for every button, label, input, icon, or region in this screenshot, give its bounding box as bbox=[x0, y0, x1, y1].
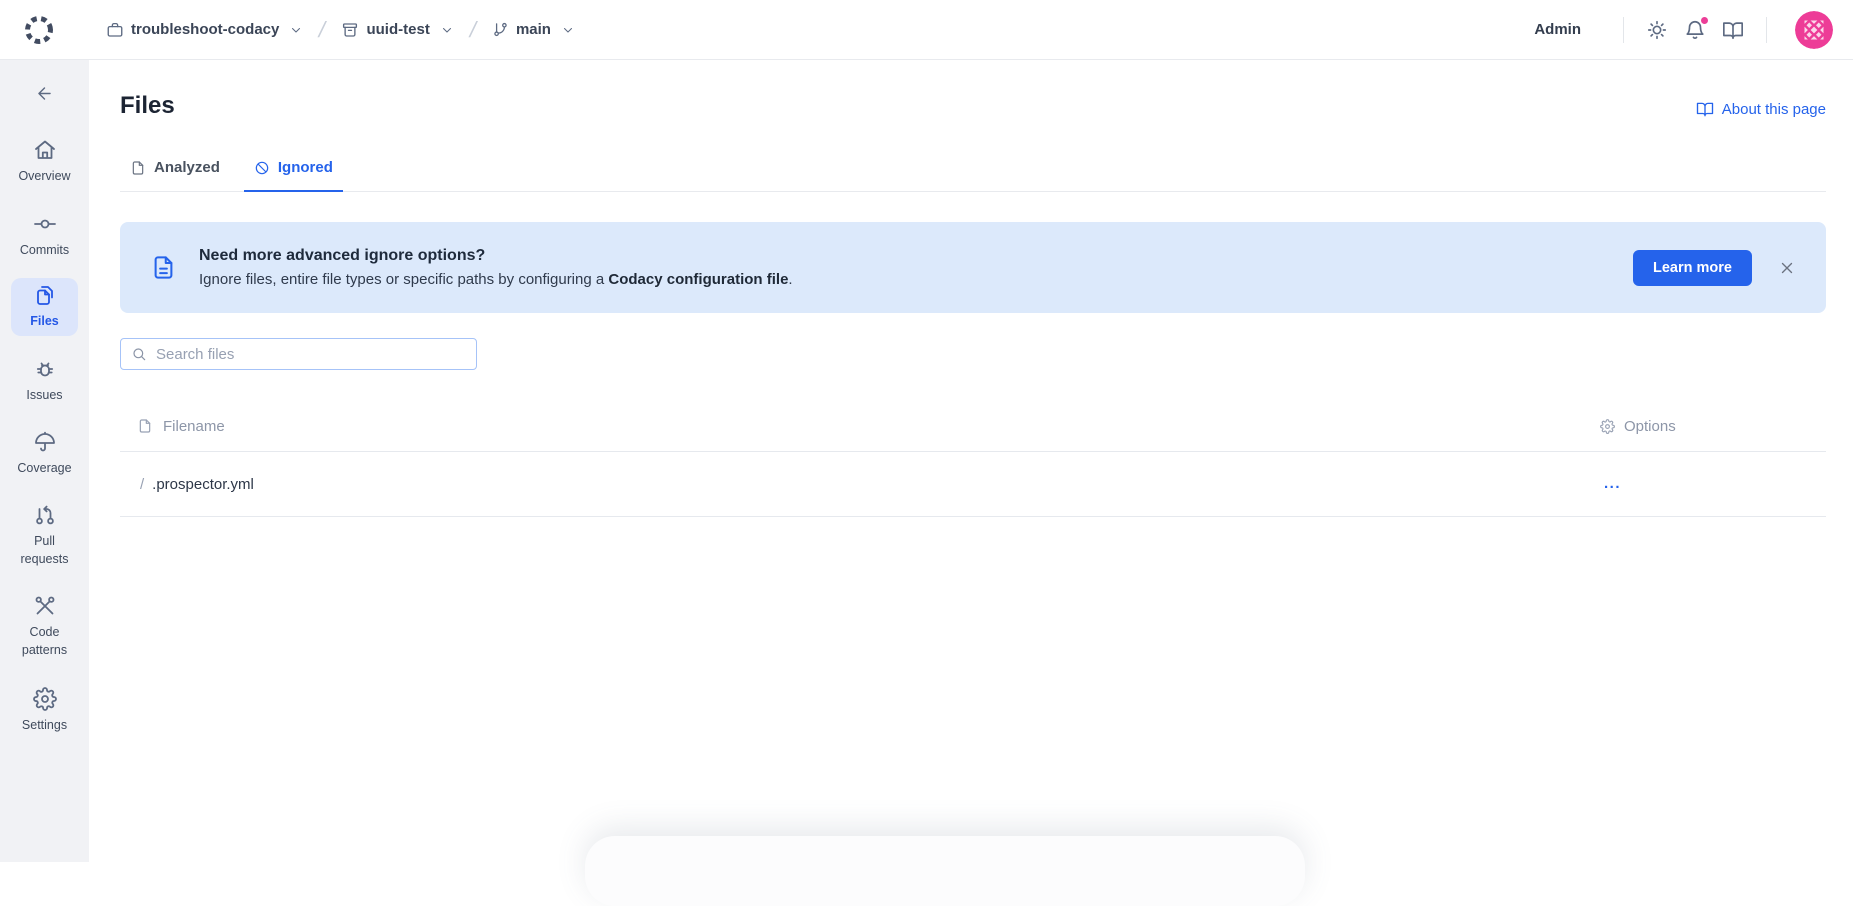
sidebar-item-label: Settings bbox=[22, 716, 67, 734]
breadcrumb-organization-label: troubleshoot-codacy bbox=[131, 21, 279, 38]
banner-body-suffix: . bbox=[788, 271, 792, 288]
search-files-box bbox=[120, 338, 477, 370]
breadcrumb-separator: / bbox=[317, 17, 329, 43]
table-header: Filename Options bbox=[120, 401, 1826, 452]
tab-analyzed-label: Analyzed bbox=[154, 159, 220, 176]
files-tabs: Analyzed Ignored bbox=[120, 159, 1826, 192]
column-header-filename: Filename bbox=[120, 418, 1600, 435]
files-icon bbox=[33, 283, 57, 307]
user-avatar[interactable] bbox=[1795, 11, 1833, 49]
top-bar: troubleshoot-codacy / uuid-test / main bbox=[0, 0, 1853, 60]
gear-icon bbox=[1600, 419, 1615, 434]
chevron-down-icon bbox=[440, 23, 454, 37]
file-text-icon bbox=[150, 254, 177, 281]
codacy-logo-icon bbox=[22, 13, 56, 47]
branch-icon bbox=[492, 21, 509, 38]
learn-more-button[interactable]: Learn more bbox=[1633, 250, 1752, 286]
filename-link[interactable]: .prospector.yml bbox=[152, 476, 254, 493]
notifications-button[interactable] bbox=[1676, 15, 1714, 45]
banner-title: Need more advanced ignore options? bbox=[199, 247, 1633, 265]
sidebar-item-label: Issues bbox=[26, 386, 62, 404]
banner-body: Ignore files, entire file types or speci… bbox=[199, 271, 1633, 288]
sun-icon bbox=[1646, 19, 1668, 41]
sidebar-item-settings[interactable]: Settings bbox=[0, 687, 89, 734]
breadcrumb-separator: / bbox=[467, 17, 479, 43]
column-header-label: Options bbox=[1624, 418, 1676, 435]
tab-analyzed[interactable]: Analyzed bbox=[120, 159, 230, 192]
topbar-divider bbox=[1766, 17, 1767, 43]
row-options-menu-button[interactable]: ... bbox=[1600, 475, 1625, 492]
options-cell: ... bbox=[1600, 475, 1826, 493]
book-open-icon bbox=[1696, 100, 1714, 118]
bottom-sheet-shadow bbox=[585, 836, 1305, 906]
theme-toggle-button[interactable] bbox=[1638, 15, 1676, 45]
tab-ignored[interactable]: Ignored bbox=[244, 159, 343, 192]
tab-ignored-label: Ignored bbox=[278, 159, 333, 176]
bug-icon bbox=[33, 357, 57, 381]
sidebar-item-files[interactable]: Files bbox=[11, 278, 78, 336]
about-this-page-label: About this page bbox=[1722, 101, 1826, 118]
code-patterns-icon bbox=[33, 594, 57, 618]
file-icon bbox=[130, 160, 146, 176]
sidebar-item-overview[interactable]: Overview bbox=[0, 138, 89, 185]
codacy-logo[interactable] bbox=[22, 13, 56, 47]
umbrella-icon bbox=[33, 430, 57, 454]
chevron-down-icon bbox=[289, 23, 303, 37]
search-files-input[interactable] bbox=[156, 346, 466, 363]
repository-icon bbox=[341, 21, 359, 39]
breadcrumb-repository-label: uuid-test bbox=[366, 21, 429, 38]
sidebar-item-commits[interactable]: Commits bbox=[0, 212, 89, 259]
collapse-sidebar-button[interactable] bbox=[0, 84, 89, 103]
sidebar-item-label: Coverage bbox=[17, 459, 71, 477]
organization-icon bbox=[106, 21, 124, 39]
docs-button[interactable] bbox=[1714, 15, 1752, 45]
breadcrumb-organization[interactable]: troubleshoot-codacy bbox=[106, 21, 303, 39]
close-icon bbox=[1778, 259, 1796, 277]
notification-dot bbox=[1700, 16, 1709, 25]
banner-body-bold: Codacy configuration file bbox=[608, 271, 788, 288]
column-header-label: Filename bbox=[163, 418, 225, 435]
filename-cell: / .prospector.yml bbox=[120, 476, 1600, 493]
sidebar-item-label: Overview bbox=[18, 167, 70, 185]
topbar-actions: Admin bbox=[1534, 11, 1833, 49]
sidebar: Overview Commits Files Issues Coverage bbox=[0, 60, 89, 862]
banner-body-prefix: Ignore files, entire file types or speci… bbox=[199, 271, 608, 288]
sidebar-item-label: Files bbox=[30, 312, 59, 330]
path-prefix: / bbox=[140, 476, 144, 493]
banner-text: Need more advanced ignore options? Ignor… bbox=[199, 247, 1633, 288]
arrow-left-icon bbox=[35, 84, 54, 103]
breadcrumb-branch-label: main bbox=[516, 21, 551, 38]
book-open-icon bbox=[1722, 19, 1744, 41]
gear-icon bbox=[33, 687, 57, 711]
ban-icon bbox=[254, 160, 270, 176]
ignored-files-table: Filename Options / .prospector.yml ... bbox=[120, 401, 1826, 517]
home-icon bbox=[33, 138, 57, 162]
topbar-divider bbox=[1623, 17, 1624, 43]
sidebar-item-label: Pull requests bbox=[9, 532, 81, 568]
sidebar-item-code-patterns[interactable]: Code patterns bbox=[0, 594, 89, 659]
sidebar-item-pull-requests[interactable]: Pull requests bbox=[0, 503, 89, 568]
breadcrumb-branch[interactable]: main bbox=[492, 21, 575, 38]
column-header-options: Options bbox=[1600, 418, 1826, 435]
main-content: Files About this page Analyzed Ignored bbox=[89, 60, 1853, 862]
about-this-page-link[interactable]: About this page bbox=[1696, 100, 1826, 118]
chevron-down-icon bbox=[561, 23, 575, 37]
sidebar-item-coverage[interactable]: Coverage bbox=[0, 430, 89, 477]
sidebar-item-label: Code patterns bbox=[9, 623, 81, 659]
page-title: Files bbox=[120, 92, 175, 120]
table-row: / .prospector.yml ... bbox=[120, 452, 1826, 517]
pull-request-icon bbox=[33, 503, 57, 527]
ignore-options-banner: Need more advanced ignore options? Ignor… bbox=[120, 222, 1826, 313]
search-icon bbox=[131, 346, 147, 362]
breadcrumb-repository[interactable]: uuid-test bbox=[341, 21, 453, 39]
avatar-identicon bbox=[1795, 11, 1833, 49]
file-icon bbox=[137, 418, 153, 434]
sidebar-item-label: Commits bbox=[20, 241, 69, 259]
banner-close-button[interactable] bbox=[1774, 255, 1800, 281]
admin-nav-link[interactable]: Admin bbox=[1534, 21, 1581, 38]
sidebar-item-issues[interactable]: Issues bbox=[0, 357, 89, 404]
commit-icon bbox=[33, 212, 57, 236]
